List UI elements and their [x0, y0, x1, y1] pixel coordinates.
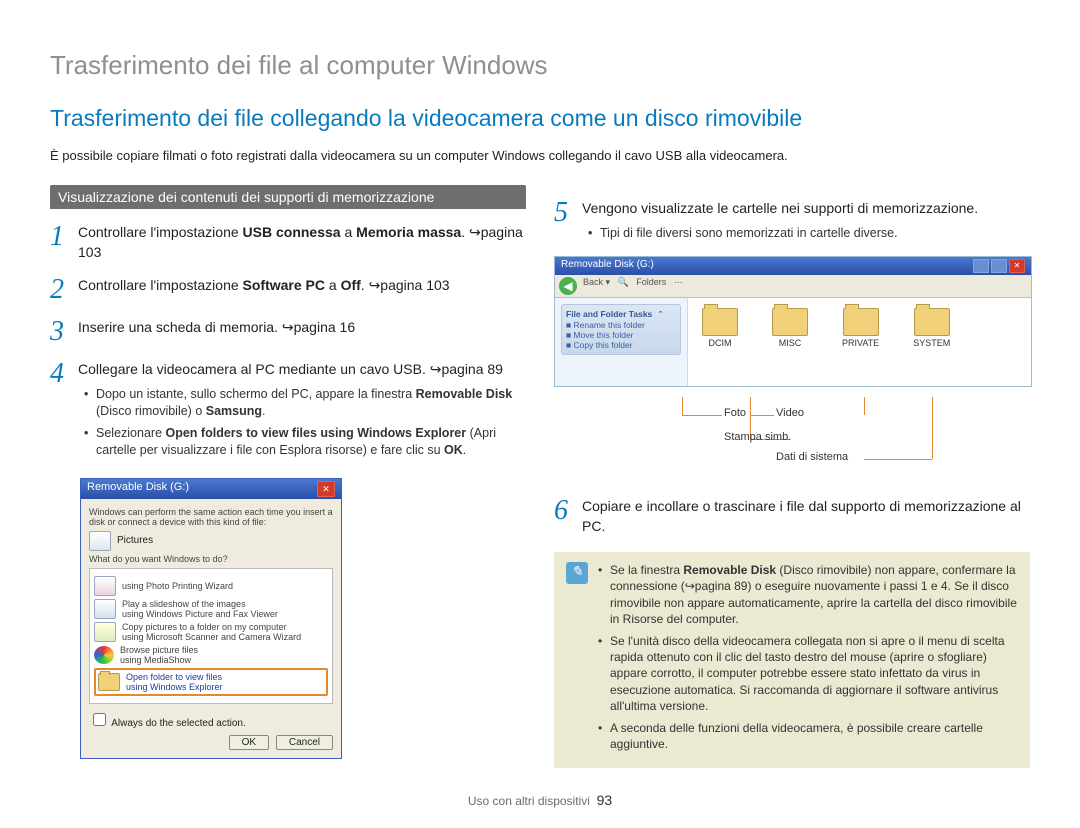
always-checkbox[interactable]: [93, 713, 106, 726]
pictures-icon: [89, 531, 111, 551]
label-dati: Dati di sistema: [776, 451, 848, 463]
intro-text: È possibile copiare filmati o foto regis…: [50, 148, 1030, 163]
note-icon: ✎: [566, 562, 588, 584]
back-icon[interactable]: ◀: [559, 277, 577, 295]
step-5-bullet-1: Tipi di file diversi sono memorizzati in…: [600, 225, 1030, 243]
step-1: 1 Controllare l'impostazione USB conness…: [50, 223, 526, 262]
step-4-bullet-2: Selezionare Open folders to view files u…: [96, 425, 526, 460]
note-box: ✎ Se la finestra Removable Disk (Disco r…: [554, 552, 1030, 768]
folder-icon: [843, 308, 879, 336]
right-column: 5 Vengono visualizzate le cartelle nei s…: [554, 185, 1030, 768]
note-3: A seconda delle funzioni della videocame…: [598, 720, 1018, 752]
dialog-title: Removable Disk (G:): [87, 481, 189, 497]
left-column: Visualizzazione dei contenuti dei suppor…: [50, 185, 526, 768]
mediashow-icon: [94, 646, 114, 664]
step-1-body: Controllare l'impostazione USB connessa …: [78, 223, 526, 262]
folder-icon: [702, 308, 738, 336]
label-foto: Foto: [724, 407, 746, 419]
page-footer: Uso con altri dispositivi 93: [50, 792, 1030, 808]
step-4-bullet-1: Dopo un istante, sullo schermo del PC, a…: [96, 386, 526, 421]
cancel-button[interactable]: Cancel: [276, 735, 333, 750]
option-open-folder-selected[interactable]: Open folder to view filesusing Windows E…: [94, 668, 328, 696]
step-number-4: 4: [50, 360, 68, 464]
page-subtitle: Trasferimento dei file collegando la vid…: [50, 105, 1030, 132]
folder-system[interactable]: SYSTEM: [913, 308, 950, 376]
explorer-window: Removable Disk (G:) ✕ ◀ Back ▾ 🔍 Folders…: [554, 256, 1032, 387]
label-stampa: Stampa simb.: [724, 431, 791, 443]
step-4: 4 Collegare la videocamera al PC mediant…: [50, 360, 526, 464]
ok-button[interactable]: OK: [229, 735, 269, 750]
explorer-titlebar: Removable Disk (G:) ✕: [555, 257, 1031, 275]
option-photo-wizard[interactable]: using Photo Printing Wizard: [94, 576, 328, 596]
step-3: 3 Inserire una scheda di memoria. ↪pagin…: [50, 318, 526, 346]
removable-disk-dialog: Removable Disk (G:) ✕ Windows can perfor…: [80, 478, 342, 759]
folder-icon: [772, 308, 808, 336]
dialog-intro-text: Windows can perform the same action each…: [89, 507, 333, 527]
step-5-body: Vengono visualizzate le cartelle nei sup…: [582, 199, 1030, 246]
section-header: Visualizzazione dei contenuti dei suppor…: [50, 185, 526, 209]
explorer-title-text: Removable Disk (G:): [561, 259, 654, 273]
folder-labels-diagram: Foto Video Stampa simb. Dati di sistema: [632, 397, 952, 483]
folder-misc[interactable]: MISC: [772, 308, 808, 376]
page-number: 93: [597, 792, 613, 808]
folder-dcim[interactable]: DCIM: [702, 308, 738, 376]
dialog-titlebar: Removable Disk (G:) ✕: [81, 479, 341, 499]
step-number-1: 1: [50, 223, 68, 262]
pictures-row: Pictures: [89, 531, 333, 551]
close-icon[interactable]: ✕: [317, 481, 335, 497]
document-page: Trasferimento dei file al computer Windo…: [0, 0, 1080, 828]
option-slideshow[interactable]: Play a slideshow of the imagesusing Wind…: [94, 599, 328, 619]
scanner-wizard-icon: [94, 622, 116, 642]
label-video: Video: [776, 407, 804, 419]
toolbar-items: Back ▾ 🔍 Folders ⋯: [583, 277, 683, 295]
step-number-5: 5: [554, 199, 572, 246]
sidebar-tasks: File and Folder Tasks ⌃ ■ Rename this fo…: [561, 304, 681, 355]
step-6-body: Copiare e incollare o trascinare i file …: [582, 497, 1030, 536]
folder-private[interactable]: PRIVATE: [842, 308, 879, 376]
option-copy-pictures[interactable]: Copy pictures to a folder on my computer…: [94, 622, 328, 642]
explorer-window-controls[interactable]: ✕: [973, 259, 1025, 273]
step-3-body: Inserire una scheda di memoria. ↪pagina …: [78, 318, 526, 346]
always-label: Always do the selected action.: [111, 718, 246, 729]
step-4-body: Collegare la videocamera al PC mediante …: [78, 360, 526, 464]
slideshow-icon: [94, 599, 116, 619]
explorer-toolbar: ◀ Back ▾ 🔍 Folders ⋯: [555, 275, 1031, 298]
page-title: Trasferimento dei file al computer Windo…: [50, 50, 1030, 81]
folder-icon: [98, 673, 120, 691]
note-1: Se la finestra Removable Disk (Disco rim…: [598, 562, 1018, 627]
step-number-6: 6: [554, 497, 572, 536]
folder-icon: [914, 308, 950, 336]
step-5: 5 Vengono visualizzate le cartelle nei s…: [554, 199, 1030, 246]
explorer-main: DCIM MISC PRIVATE SYSTEM: [688, 298, 1031, 386]
option-browse-pictures[interactable]: Browse picture filesusing MediaShow: [94, 645, 328, 665]
step-number-3: 3: [50, 318, 68, 346]
note-2: Se l'unità disco della videocamera colle…: [598, 633, 1018, 714]
step-number-2: 2: [50, 276, 68, 304]
explorer-sidebar: File and Folder Tasks ⌃ ■ Rename this fo…: [555, 298, 688, 386]
step-2: 2 Controllare l'impostazione Software PC…: [50, 276, 526, 304]
two-column-layout: Visualizzazione dei contenuti dei suppor…: [50, 185, 1030, 768]
footer-text: Uso con altri dispositivi: [468, 794, 590, 808]
step-2-body: Controllare l'impostazione Software PC a…: [78, 276, 526, 304]
dialog-question: What do you want Windows to do?: [89, 554, 333, 564]
step-6: 6 Copiare e incollare o trascinare i fil…: [554, 497, 1030, 536]
printing-wizard-icon: [94, 576, 116, 596]
